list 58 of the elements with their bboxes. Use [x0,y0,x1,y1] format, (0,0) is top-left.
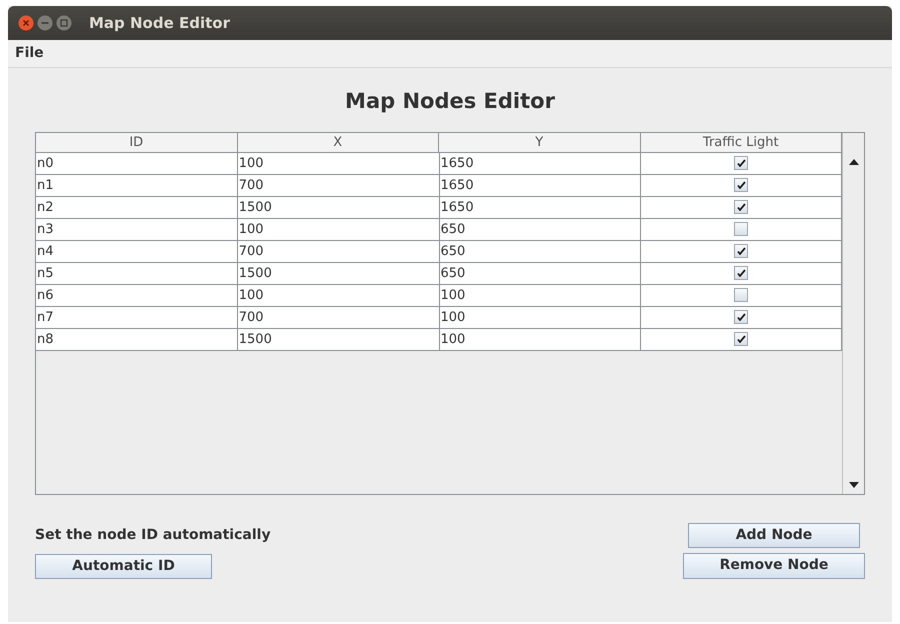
remove-node-button[interactable]: Remove Node [683,552,865,578]
checkbox[interactable] [734,200,748,214]
table-cell: 1500 [238,262,440,284]
column-header[interactable]: ID [36,132,238,152]
table-cell: 700 [238,174,440,196]
checkbox[interactable] [734,310,748,324]
table-cell: 1650 [440,174,642,196]
checkbox[interactable] [734,244,748,258]
checkbox[interactable] [734,266,748,280]
heading: Map Nodes Editor [345,88,555,115]
menu-item[interactable]: File [13,43,46,64]
check-icon [736,269,746,277]
column-header[interactable]: X [238,132,439,152]
maximize-icon[interactable] [56,15,72,31]
checkbox[interactable] [734,332,748,346]
check-icon [736,247,746,255]
table-cell: n3 [36,218,238,240]
check-icon [736,335,746,343]
table-cell: 650 [440,262,642,284]
minimize-icon[interactable] [37,15,53,31]
table-cell: n5 [36,262,238,284]
column-header[interactable]: Y [439,132,640,152]
close-icon[interactable] [18,15,34,31]
table-cell: 650 [440,240,642,262]
checkbox[interactable] [734,222,748,236]
table-cell: 100 [440,328,642,350]
window-title: Map Node Editor [89,12,230,34]
table-cell: n1 [36,174,238,196]
table-cell: 100 [440,306,642,328]
table-cell: 100 [238,152,440,174]
checkbox[interactable] [734,156,748,170]
table-cell: 700 [238,240,440,262]
table-cell: n7 [36,306,238,328]
checkbox[interactable] [734,288,748,302]
table-cell: 700 [238,306,440,328]
table-cell: 100 [238,284,440,306]
table-cell: 1500 [238,328,440,350]
table-cell: n2 [36,196,238,218]
table-cell: n6 [36,284,238,306]
table-cell: 1650 [440,152,642,174]
check-icon [736,181,746,189]
table-cell: n0 [36,152,238,174]
scroll-up-icon[interactable] [848,158,858,164]
checkbox[interactable] [734,178,748,192]
scroll-down-icon[interactable] [848,482,858,488]
automatic-id-button[interactable]: Automatic ID [35,554,212,578]
table-cell: 100 [440,284,642,306]
check-icon [736,313,746,321]
table-cell: n8 [36,328,238,350]
check-icon [736,203,746,211]
table-cell: 1650 [440,196,642,218]
table-cell: 100 [238,218,440,240]
table-cell: n4 [36,240,238,262]
table-cell: 650 [440,218,642,240]
add-node-button[interactable]: Add Node [688,522,860,548]
auto-id-label: Set the node ID automatically [35,526,271,544]
check-icon [736,159,746,167]
table-cell: 1500 [238,196,440,218]
